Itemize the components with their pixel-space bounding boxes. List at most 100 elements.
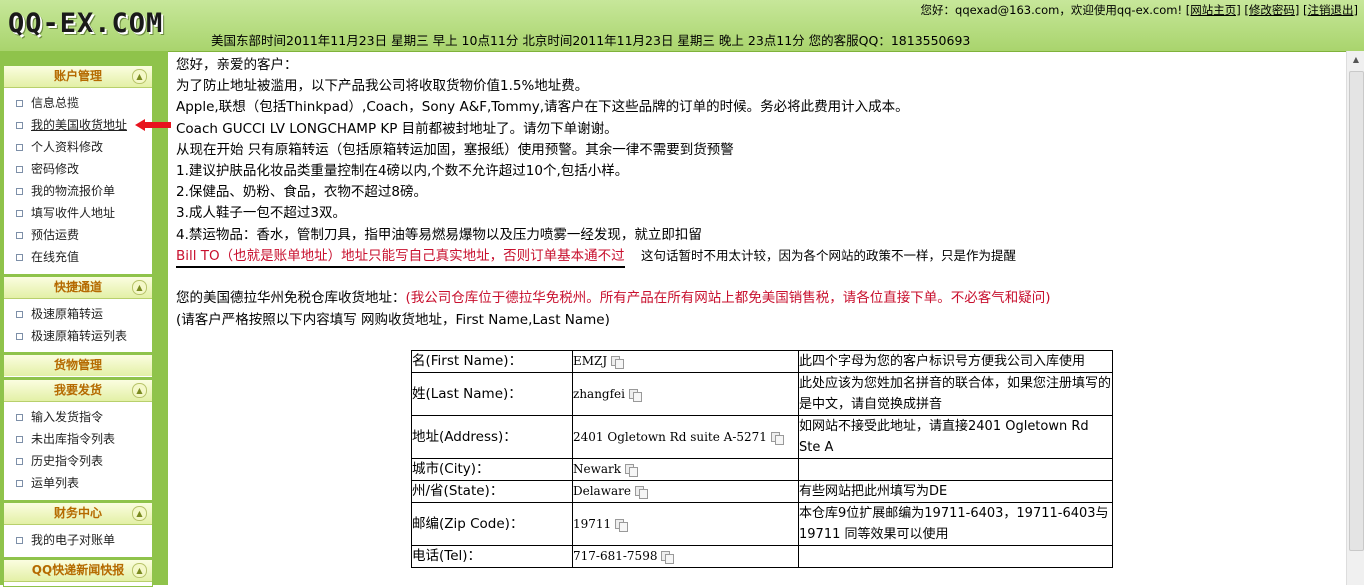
field-value[interactable]: 717-681-7598 <box>572 545 799 568</box>
store-info: 您的美国德拉华州免税仓库收货地址：(我公司仓库位于德拉华免税州。所有产品在所有网… <box>176 288 1051 331</box>
main-content: 您好，亲爱的客户： 为了防止地址被滥用，以下产品我公司将收取货物价值1.5%地址… <box>176 55 1346 246</box>
copy-icon[interactable] <box>611 356 625 369</box>
user-greeting: 您好：qqexad@163.com，欢迎使用qq-ex.com! <box>920 3 1183 17</box>
panel-ship-header[interactable]: 我要发货 ▲ <box>4 380 152 402</box>
panel-shortcut: 快捷通道 ▲ 极速原箱转运 极速原箱转运列表 <box>3 276 153 353</box>
table-row: 电话(Tel)： 717-681-7598 <box>411 545 1113 568</box>
field-label: 城市(City)： <box>411 458 573 481</box>
vertical-scrollbar[interactable]: ▲ <box>1346 51 1364 585</box>
panel-finance-header[interactable]: 财务中心 ▲ <box>4 503 152 525</box>
collapse-icon[interactable]: ▲ <box>132 563 147 578</box>
copy-icon[interactable] <box>629 388 642 402</box>
address-table: 名(First Name)： EMZJ 此四个字母为您的客户标识号方便我公司入库… <box>411 350 1113 568</box>
panel-title: 我要发货 <box>53 383 102 397</box>
sidebar-item-history-orders[interactable]: 历史指令列表 <box>16 450 152 472</box>
field-note <box>798 458 1113 481</box>
sidebar-item-profile[interactable]: 个人资料修改 <box>16 136 152 158</box>
field-label: 电话(Tel)： <box>411 545 573 568</box>
sidebar-item-quote[interactable]: 我的物流报价单 <box>16 180 152 202</box>
field-value[interactable]: 2401 Ogletown Rd suite A-5271 <box>572 415 799 459</box>
copy-icon[interactable] <box>615 518 629 532</box>
sidebar-item-statement[interactable]: 我的电子对账单 <box>16 529 152 551</box>
red-arrow-icon <box>135 119 171 131</box>
panel-title: QQ快递新闻快报 <box>31 563 125 577</box>
store-instruction: (请客户严格按照以下内容填写 网购收货地址，First Name,Last Na… <box>176 311 610 328</box>
greeting-line: 您好，亲爱的客户： <box>176 57 298 73</box>
field-value[interactable]: 19711 <box>572 502 799 546</box>
sidebar-item-input-order[interactable]: 输入发货指令 <box>16 406 152 428</box>
sidebar-item-us-address[interactable]: 我的美国收货地址 <box>16 114 152 136</box>
change-password-link[interactable]: [修改密码] <box>1244 3 1299 17</box>
user-bar: 您好：qqexad@163.com，欢迎使用qq-ex.com! [网站主页] … <box>921 2 1358 18</box>
field-note: 此四个字母为您的客户标识号方便我公司入库使用 <box>798 350 1113 373</box>
field-label: 邮编(Zip Code)： <box>411 502 573 546</box>
sidebar-item-estimate[interactable]: 预估运费 <box>16 224 152 246</box>
field-value[interactable]: Newark <box>572 458 799 481</box>
collapse-icon[interactable]: ▲ <box>132 280 147 295</box>
field-label: 姓(Last Name)： <box>411 372 573 416</box>
field-label: 州/省(State)： <box>411 480 573 503</box>
copy-icon[interactable] <box>661 551 675 564</box>
panel-title: 货物管理 <box>53 358 102 372</box>
field-label: 地址(Address)： <box>411 415 573 459</box>
rule-line: 2.保健品、奶粉、食品，衣物不超过8磅。 <box>176 184 427 201</box>
field-note: 如网站不接受此地址，请直接2401 Ogletown Rd Ste A <box>798 415 1113 459</box>
sidebar-item-fast-box[interactable]: 极速原箱转运 <box>16 303 152 325</box>
scrollbar-thumb[interactable] <box>1349 71 1364 551</box>
panel-finance: 财务中心 ▲ 我的电子对账单 <box>3 502 153 558</box>
panel-title: 财务中心 <box>53 506 102 520</box>
notice-line: Apple,联想（包括Thinkpad）,Coach，Sony A&F,Tomm… <box>176 99 909 116</box>
panel-ship: 我要发货 ▲ 输入发货指令 未出库指令列表 历史指令列表 运单列表 <box>3 379 153 501</box>
store-note: (我公司仓库位于德拉华免税州。所有产品在所有网站上都免美国销售税，请各位直接下单… <box>405 290 1051 306</box>
sidebar-item-waybills[interactable]: 运单列表 <box>16 472 152 494</box>
sidebar-item-pending-orders[interactable]: 未出库指令列表 <box>16 428 152 450</box>
panel-goods-header[interactable]: 货物管理 <box>4 355 152 376</box>
sidebar-item-password[interactable]: 密码修改 <box>16 158 152 180</box>
collapse-icon[interactable]: ▲ <box>132 506 147 521</box>
sidebar-item-fast-box-list[interactable]: 极速原箱转运列表 <box>16 325 152 347</box>
panel-title: 快捷通道 <box>53 280 102 294</box>
table-row: 邮编(Zip Code)： 19711 本仓库9位扩展邮编为19711-6403… <box>411 502 1113 546</box>
panel-news: QQ快递新闻快报 ▲ <box>3 559 153 587</box>
table-row: 城市(City)： Newark <box>411 458 1113 481</box>
panel-title: 账户管理 <box>53 69 102 83</box>
panel-account-header[interactable]: 账户管理 ▲ <box>4 66 152 88</box>
sidebar-item-overview[interactable]: 信息总揽 <box>16 92 152 114</box>
copy-icon[interactable] <box>625 464 639 477</box>
field-note: 此处应该为您姓加名拼音的联合体，如果您注册填写的是中文，请自觉换成拼音 <box>798 372 1113 416</box>
field-note: 有些网站把此州填写为DE <box>798 480 1113 503</box>
billto-warning: Bill TO（也就是账单地址）地址只能写自己真实地址，否则订单基本通不过 <box>176 248 625 268</box>
site-logo[interactable]: QQ-EX.COM <box>8 8 163 39</box>
panel-shortcut-header[interactable]: 快捷通道 ▲ <box>4 277 152 299</box>
field-label: 名(First Name)： <box>411 350 573 373</box>
scroll-up-icon[interactable]: ▲ <box>1347 51 1364 68</box>
logout-link[interactable]: [注销退出] <box>1303 3 1358 17</box>
header: QQ-EX.COM 您好：qqexad@163.com，欢迎使用qq-ex.co… <box>0 0 1364 52</box>
notice-line: 从现在开始 只有原箱转运（包括原箱转运加固，塞报纸）使用预警。其余一律不需要到货… <box>176 141 734 158</box>
sidebar-item-recharge[interactable]: 在线充值 <box>16 246 152 268</box>
collapse-icon[interactable]: ▲ <box>132 383 147 398</box>
table-row: 名(First Name)： EMZJ 此四个字母为您的客户标识号方便我公司入库… <box>411 350 1113 373</box>
time-info: 美国东部时间2011年11月23日 星期三 早上 10点11分 北京时间2011… <box>211 33 971 48</box>
copy-icon[interactable] <box>634 486 648 499</box>
table-row: 州/省(State)： Delaware 有些网站把此州填写为DE <box>411 480 1113 503</box>
field-value[interactable]: Delaware <box>572 480 799 503</box>
collapse-icon[interactable]: ▲ <box>132 69 147 84</box>
store-label: 您的美国德拉华州免税仓库收货地址： <box>176 290 406 306</box>
panel-news-header[interactable]: QQ快递新闻快报 ▲ <box>4 560 152 582</box>
panel-account: 账户管理 ▲ 信息总揽 我的美国收货地址 个人资料修改 密码修改 我的物流报价单… <box>3 65 153 275</box>
sidebar-item-recipient[interactable]: 填写收件人地址 <box>16 202 152 224</box>
notice-line: 为了防止地址被滥用，以下产品我公司将收取货物价值1.5%地址费。 <box>176 78 589 95</box>
rule-line: 3.成人鞋子一包不超过3双。 <box>176 205 346 222</box>
field-note <box>798 545 1113 568</box>
table-row: 姓(Last Name)： zhangfei 此处应该为您姓加名拼音的联合体，如… <box>411 372 1113 416</box>
field-note: 本仓库9位扩展邮编为19711-6403，19711-6403与19711 同等… <box>798 502 1113 546</box>
rule-line: 4.禁运物品：香水，管制刀具，指甲油等易燃易爆物以及压力喷雾一经发现，就立即扣留 <box>176 226 702 243</box>
notice-line: Coach GUCCI LV LONGCHAMP KP 目前都被封地址了。请勿下… <box>176 120 618 137</box>
table-row: 地址(Address)： 2401 Ogletown Rd suite A-52… <box>411 415 1113 459</box>
field-value[interactable]: EMZJ <box>572 350 799 373</box>
home-link[interactable]: [网站主页] <box>1186 3 1241 17</box>
billto-note: 这句话暂时不用太计较，因为各个网站的政策不一样，只是作为提醒 <box>640 248 1016 263</box>
copy-icon[interactable] <box>770 431 784 445</box>
field-value[interactable]: zhangfei <box>572 372 799 416</box>
